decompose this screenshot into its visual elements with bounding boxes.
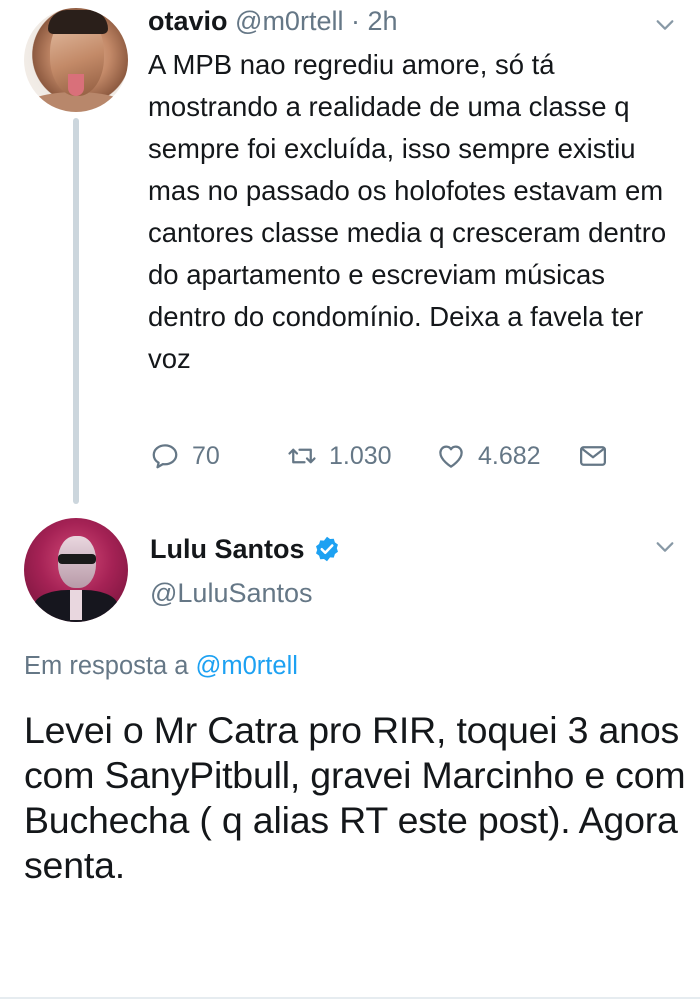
tweet-text: Levei o Mr Catra pro RIR, toquei 3 anos … [24, 709, 686, 886]
like-count: 4.682 [478, 441, 541, 470]
author-name-row: Lulu Santos [150, 532, 341, 566]
retweet-count: 1.030 [329, 441, 392, 470]
reply-prefix: Em resposta a [24, 652, 189, 680]
tweet-header: otavio @m0rtell · 2h [148, 4, 398, 38]
avatar[interactable] [24, 518, 128, 622]
chevron-down-icon[interactable] [654, 14, 676, 36]
reply-button[interactable]: 70 [150, 438, 220, 474]
reply-icon [152, 444, 178, 469]
retweet-button[interactable]: 1.030 [287, 438, 392, 474]
retweet-icon [288, 448, 316, 464]
thread-line [73, 118, 79, 504]
author-name[interactable]: otavio [148, 6, 228, 36]
like-button[interactable]: 4.682 [436, 438, 541, 474]
direct-message-icon [580, 446, 606, 466]
author-name[interactable]: Lulu Santos [150, 532, 305, 566]
direct-message-button[interactable] [578, 438, 620, 474]
reply-count: 70 [192, 441, 220, 470]
author-handle[interactable]: @LuluSantos [150, 576, 313, 610]
author-handle[interactable]: @m0rtell [235, 6, 343, 36]
tweet-text: A MPB nao regrediu amore, só tá mostrand… [148, 49, 667, 374]
like-icon [439, 445, 463, 468]
reply-context: Em resposta a @m0rtell [24, 650, 298, 682]
verified-badge-icon [315, 536, 338, 562]
timestamp[interactable]: 2h [367, 6, 397, 36]
reply-mention-link[interactable]: @m0rtell [196, 652, 298, 680]
chevron-down-icon[interactable] [654, 536, 676, 558]
separator: · [350, 6, 360, 36]
avatar[interactable] [24, 8, 128, 112]
